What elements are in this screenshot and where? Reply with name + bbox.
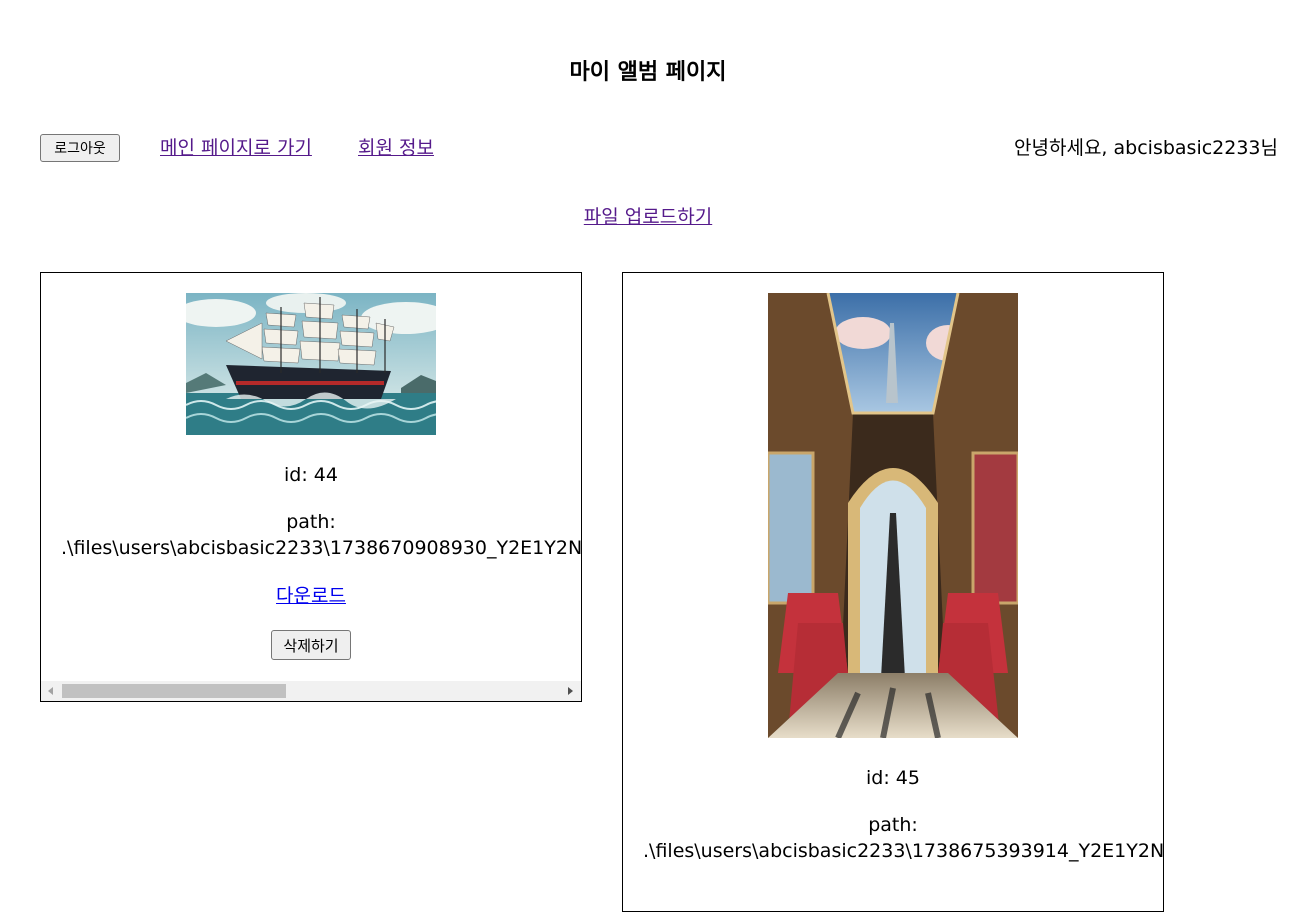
main-page-link[interactable]: 메인 페이지로 가기 xyxy=(160,136,312,160)
scrollbar-thumb[interactable] xyxy=(62,684,286,698)
file-id: id: 44 xyxy=(284,464,338,486)
scroll-left-icon[interactable] xyxy=(48,687,53,695)
download-wrapper: 다운로드 xyxy=(41,583,581,609)
delete-button[interactable]: 삭제하기 xyxy=(271,630,351,660)
member-info-link[interactable]: 회원 정보 xyxy=(358,136,434,160)
file-id: id: 45 xyxy=(866,767,920,789)
horizontal-scrollbar[interactable] xyxy=(41,681,581,701)
file-path-value: .\files\users\abcisbasic2233\17386753939… xyxy=(643,840,1164,862)
logout-button[interactable]: 로그아웃 xyxy=(40,134,120,162)
file-path-value: .\files\users\abcisbasic2233\17386709089… xyxy=(61,537,582,559)
file-image xyxy=(768,293,1018,738)
file-path-label: path: xyxy=(286,511,336,533)
upload-file-link[interactable]: 파일 업로드하기 xyxy=(584,206,712,228)
download-link[interactable]: 다운로드 xyxy=(276,585,346,607)
file-card: id: 44 path: .\files\users\abcisbasic223… xyxy=(40,272,582,702)
file-card: id: 45 path: .\files\users\abcisbasic223… xyxy=(622,272,1164,912)
greeting-text: 안녕하세요, abcisbasic2233님 xyxy=(1014,137,1278,159)
file-path-label: path: xyxy=(868,814,918,836)
train-interior-image xyxy=(768,293,1018,738)
file-image xyxy=(186,293,436,435)
upload-section: 파일 업로드하기 xyxy=(0,205,1296,229)
page-title: 마이 앨범 페이지 xyxy=(569,60,727,85)
scroll-right-icon[interactable] xyxy=(568,687,573,695)
sailing-ship-image xyxy=(186,293,436,435)
